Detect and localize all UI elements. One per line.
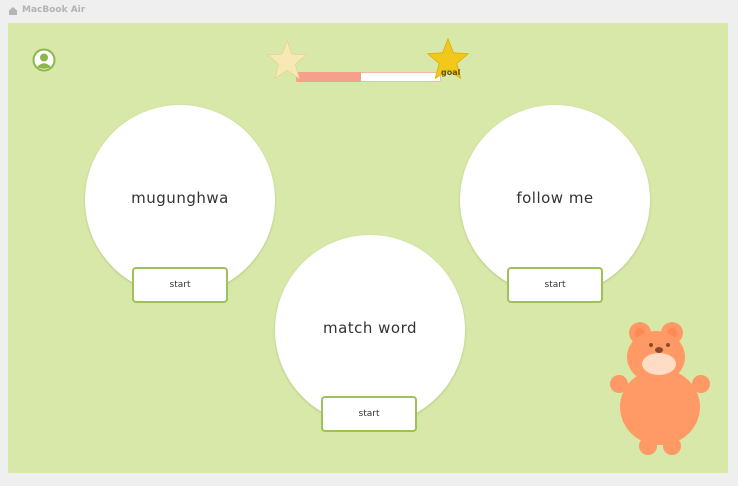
game-menu-screen: goal mugunghwa start follow me start mat… xyxy=(8,23,728,473)
start-button-match-word[interactable]: start xyxy=(321,396,417,432)
bear-mascot xyxy=(610,322,710,455)
goal-label: goal xyxy=(441,68,461,77)
game-title: match word xyxy=(322,319,418,337)
start-button-mugunghwa[interactable]: start xyxy=(132,267,228,303)
progress-bar xyxy=(296,72,441,82)
game-title: follow me xyxy=(516,189,594,207)
user-icon[interactable] xyxy=(32,48,56,72)
game-title: mugunghwa xyxy=(131,189,229,207)
star-icon xyxy=(267,40,307,79)
start-button-follow-me[interactable]: start xyxy=(507,267,603,303)
progress-tracker: goal xyxy=(266,37,471,85)
window-title-bar: MacBook Air xyxy=(0,0,738,22)
home-icon xyxy=(9,7,17,15)
window-title: MacBook Air xyxy=(22,5,86,15)
